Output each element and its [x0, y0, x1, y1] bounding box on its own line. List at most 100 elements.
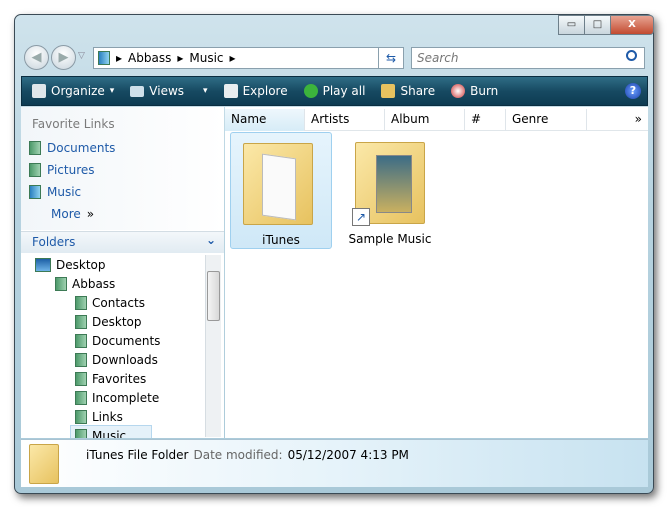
folders-title: Folders — [32, 235, 76, 249]
folders-header[interactable]: Folders ⌄ — [21, 231, 224, 253]
explore-label: Explore — [242, 84, 288, 98]
forward-button[interactable]: ▶ — [51, 45, 76, 70]
column-number[interactable]: # — [465, 109, 506, 131]
folder-tree-label: Documents — [92, 333, 161, 348]
organize-icon — [32, 84, 46, 98]
folder-icon — [75, 352, 87, 367]
folder-tree-label: Desktop — [92, 314, 142, 329]
explore-button[interactable]: Explore — [223, 84, 288, 98]
refresh-button[interactable]: ⇆ — [378, 47, 404, 69]
folder-tree-item[interactable]: Downloads — [21, 350, 205, 369]
folder-tree-item[interactable]: Desktop — [21, 312, 205, 331]
play-icon — [303, 84, 318, 98]
date-modified-label: Date modified: — [193, 448, 283, 462]
more-favorites-link[interactable]: More » — [51, 207, 94, 221]
folder-tree-label: Favorites — [92, 371, 147, 386]
folder-sample-music[interactable]: ↗ Sample Music — [340, 132, 440, 249]
folder-tree-label: Desktop — [56, 257, 106, 272]
column-artists[interactable]: Artists — [305, 109, 385, 131]
play-all-label: Play all — [322, 84, 366, 98]
breadcrumb-abbass[interactable]: Abbass — [128, 51, 171, 65]
views-label: Views — [149, 84, 185, 98]
share-icon — [381, 84, 396, 98]
views-icon — [130, 85, 145, 97]
column-headers: Name Artists Album # Genre » — [225, 109, 648, 131]
more-columns-button[interactable]: » — [587, 109, 648, 131]
maximize-button[interactable]: □ — [584, 15, 611, 35]
favorite-links: Favorite Links Documents Pictures Music … — [21, 107, 224, 230]
explore-icon — [223, 84, 238, 98]
folder-itunes[interactable]: iTunes — [230, 132, 332, 249]
double-chevron-icon: » — [86, 207, 95, 221]
breadcrumb-separator[interactable]: ▸ — [177, 51, 183, 65]
minimize-button[interactable]: ▭ — [558, 15, 585, 35]
command-bar: Organize ▾ Views ▾ Explore Play all Share … — [21, 76, 648, 106]
burn-button[interactable]: Burn — [451, 84, 498, 98]
column-album[interactable]: Album — [385, 109, 465, 131]
search-icon[interactable] — [626, 50, 637, 61]
share-button[interactable]: Share — [381, 84, 435, 98]
burn-label: Burn — [470, 84, 499, 98]
folder-tree-item[interactable]: Abbass — [21, 274, 205, 293]
navigation-pane: Favorite Links Documents Pictures Music … — [21, 107, 224, 438]
favorite-label: Documents — [47, 141, 116, 155]
folder-icon — [75, 409, 87, 424]
file-name: iTunes — [262, 233, 300, 247]
folder-tree-item[interactable]: Incomplete — [21, 388, 205, 407]
column-genre[interactable]: Genre — [506, 109, 587, 131]
address-bar[interactable]: ▸ Abbass ▸ Music ▸ ▾ — [93, 47, 390, 69]
burn-disc-icon — [451, 84, 466, 98]
folder-icon — [75, 295, 87, 310]
chevron-down-icon: ⌄ — [205, 233, 216, 247]
folder-tree-scrollbar[interactable] — [205, 255, 221, 437]
favorite-pictures[interactable]: Pictures — [29, 163, 95, 177]
folder-icon — [75, 314, 87, 329]
folder-tree-label: Downloads — [92, 352, 158, 367]
favorite-label: Music — [47, 185, 82, 199]
close-button[interactable]: X — [610, 15, 654, 35]
folder-icon — [55, 276, 67, 291]
explorer-window: ▭ □ X ◀ ▶ ▽ ▸ Abbass ▸ Music ▸ ▾ ⇆ Searc… — [14, 14, 654, 494]
organize-button[interactable]: Organize ▾ — [32, 84, 114, 98]
back-button[interactable]: ◀ — [24, 45, 49, 70]
details-pane: iTunes File Folder Date modified: 05/12/… — [21, 439, 648, 487]
favorite-music[interactable]: Music — [29, 185, 81, 199]
folder-tree-label: Incomplete — [92, 390, 160, 405]
shortcut-arrow-icon: ↗ — [352, 208, 370, 226]
folder-tree-label: Links — [92, 409, 123, 424]
recent-pages-dropdown[interactable]: ▽ — [78, 51, 85, 61]
file-name: Sample Music — [348, 232, 432, 246]
desktop-icon — [35, 257, 51, 272]
views-button[interactable]: Views ▾ — [130, 84, 208, 98]
favorite-links-title: Favorite Links — [32, 117, 115, 131]
column-name[interactable]: Name — [225, 109, 305, 131]
folder-icon — [75, 390, 87, 405]
favorite-documents[interactable]: Documents — [29, 141, 115, 155]
folder-icon — [75, 371, 87, 386]
folder-tree-item[interactable]: Music — [70, 425, 152, 438]
chevron-down-icon: ▾ — [203, 86, 208, 96]
folder-icon — [75, 333, 87, 348]
folder-tree-item[interactable]: Contacts — [21, 293, 205, 312]
pictures-icon — [29, 163, 41, 177]
search-input[interactable]: Search — [411, 47, 645, 69]
chevron-down-icon: ▾ — [109, 86, 115, 96]
folder-tree-item[interactable]: Favorites — [21, 369, 205, 388]
breadcrumb-separator: ▸ — [116, 51, 123, 65]
share-label: Share — [400, 84, 436, 98]
breadcrumb-music[interactable]: Music — [189, 51, 223, 65]
folder-tree-item[interactable]: Documents — [21, 331, 205, 350]
more-label: More — [51, 207, 81, 221]
help-button[interactable]: ? — [625, 83, 641, 99]
folder-tree-item[interactable]: Links — [21, 407, 205, 426]
selected-item-type: iTunes File Folder — [86, 448, 189, 462]
organize-label: Organize — [51, 84, 105, 98]
breadcrumb-separator[interactable]: ▸ — [230, 51, 236, 65]
date-modified-value: 05/12/2007 4:13 PM — [287, 448, 409, 462]
music-folder-icon — [98, 51, 110, 65]
play-all-button[interactable]: Play all — [303, 84, 366, 98]
scrollbar-thumb[interactable] — [207, 271, 220, 321]
folder-tree-item[interactable]: Desktop — [21, 255, 205, 274]
music-icon — [29, 185, 41, 199]
documents-icon — [29, 141, 41, 155]
